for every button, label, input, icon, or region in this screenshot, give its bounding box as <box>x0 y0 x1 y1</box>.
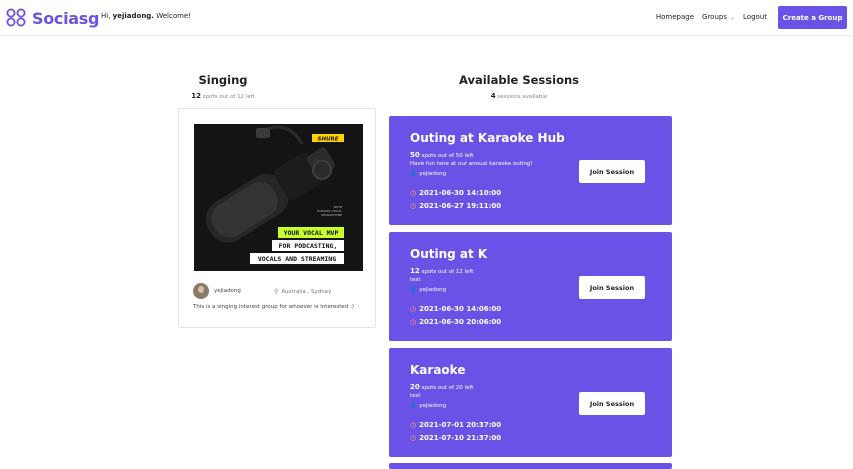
location-pin-icon: ⚲ <box>274 288 279 295</box>
session-spots-count: 50 <box>410 151 420 159</box>
session-card: Outing at K 12 spots out of 12 left test… <box>389 232 672 341</box>
group-description: This is a singing interest group for who… <box>193 304 354 310</box>
session-start-text: 2021-06-30 14:06:00 <box>419 305 502 313</box>
session-end-text: 2021-06-27 19:11:00 <box>419 202 502 210</box>
greeting-prefix: Hi, <box>101 12 111 20</box>
session-spots-count: 12 <box>410 267 420 275</box>
microphone-illustration: SHURE SM7B DYNAMIC VOCAL MICROPHONE YOUR… <box>194 124 363 271</box>
welcome-message: Hi, yejiadong. Welcome! <box>101 12 191 20</box>
nav-groups-label: Groups <box>702 13 727 21</box>
session-description: Have fun here at our annual karaoke outi… <box>410 161 533 167</box>
join-session-button[interactable]: Join Session <box>579 392 645 415</box>
location-text: Australia , Sydney <box>281 289 332 295</box>
user-icon: 👤 <box>410 287 417 293</box>
session-card-partial <box>389 463 672 469</box>
session-end-text: 2021-07-10 21:37:00 <box>419 434 502 442</box>
session-start-text: 2021-06-30 14:10:00 <box>419 189 502 197</box>
nav-homepage[interactable]: Homepage <box>656 13 694 21</box>
clock-icon: ◷ <box>410 434 417 442</box>
image-brand-text: SHURE <box>317 137 338 143</box>
session-user: 👤 yejiadong <box>410 403 446 409</box>
session-title: Karaoke <box>410 363 466 377</box>
group-spots: 12 spots out of 12 left <box>178 92 268 100</box>
session-user-name: yejiadong <box>419 403 447 409</box>
session-spots: 50 spots out of 50 left <box>410 151 473 159</box>
sessions-count-number: 4 <box>490 92 496 100</box>
session-end-time: ◷ 2021-06-30 20:06:00 <box>410 318 501 326</box>
session-title: Outing at Karaoke Hub <box>410 131 565 145</box>
avatar <box>193 283 209 299</box>
session-spots-text: spots out of 20 left <box>421 385 474 391</box>
group-owner: yejiadong <box>193 283 241 299</box>
clock-icon: ◷ <box>410 305 417 313</box>
session-title: Outing at K <box>410 247 488 261</box>
join-session-button[interactable]: Join Session <box>579 276 645 299</box>
nav-groups-dropdown[interactable]: Groups ⌄ <box>702 13 735 21</box>
brand-name: Sociasg <box>32 8 100 28</box>
nav-links: Homepage Groups ⌄ Logout <box>648 13 767 21</box>
group-location: ⚲ Australia , Sydney <box>274 288 331 295</box>
sessions-count: 4 sessions available <box>449 92 589 100</box>
session-user-name: yejiadong <box>419 287 447 293</box>
session-description: test <box>410 393 421 399</box>
greeting-username: yejiadong. <box>112 12 154 20</box>
nav-logout[interactable]: Logout <box>743 13 767 21</box>
owner-name: yejiadong <box>214 288 241 294</box>
image-line-1: YOUR VOCAL MVP <box>284 229 339 237</box>
clock-icon: ◷ <box>410 318 417 326</box>
create-group-button[interactable]: Create a Group <box>778 6 847 29</box>
clock-icon: ◷ <box>410 202 417 210</box>
chevron-down-icon: ⌄ <box>730 14 736 21</box>
session-spots-count: 20 <box>410 383 420 391</box>
session-user: 👤 yejiadong <box>410 287 446 293</box>
user-icon: 👤 <box>410 171 417 177</box>
greeting-suffix: Welcome! <box>156 12 192 20</box>
session-description: test <box>410 277 421 283</box>
session-start-time: ◷ 2021-06-30 14:06:00 <box>410 305 501 313</box>
sessions-title: Available Sessions <box>458 73 579 87</box>
session-start-time: ◷ 2021-07-01 20:37:00 <box>410 421 501 429</box>
group-spots-count: 12 <box>191 92 202 100</box>
session-spots: 12 spots out of 12 left <box>410 267 473 275</box>
clock-icon: ◷ <box>410 189 417 197</box>
session-spots-text: spots out of 12 left <box>421 269 474 275</box>
user-icon: 👤 <box>410 403 417 409</box>
session-spots-text: spots out of 50 left <box>421 153 474 159</box>
clock-icon: ◷ <box>410 421 417 429</box>
group-image: SHURE SM7B DYNAMIC VOCAL MICROPHONE YOUR… <box>194 124 363 271</box>
group-spots-text: spots out of 12 left <box>202 94 255 100</box>
join-session-button[interactable]: Join Session <box>579 160 645 183</box>
image-line-2: FOR PODCASTING, <box>279 242 338 250</box>
session-card: Outing at Karaoke Hub 50 spots out of 50… <box>389 116 672 225</box>
image-line-3: VOCALS AND STREAMING <box>258 255 336 263</box>
session-user: 👤 yejiadong <box>410 171 446 177</box>
logo-circles-icon <box>6 8 26 27</box>
session-start-text: 2021-07-01 20:37:00 <box>419 421 502 429</box>
session-end-time: ◷ 2021-06-27 19:11:00 <box>410 202 501 210</box>
group-title: Singing <box>198 73 248 87</box>
session-end-time: ◷ 2021-07-10 21:37:00 <box>410 434 501 442</box>
group-card: SHURE SM7B DYNAMIC VOCAL MICROPHONE YOUR… <box>178 108 376 328</box>
svg-text:MICROPHONE: MICROPHONE <box>321 213 342 217</box>
session-card: Karaoke 20 spots out of 20 left test 👤 ye… <box>389 348 672 457</box>
sessions-count-text: sessions available <box>497 94 548 100</box>
session-end-text: 2021-06-30 20:06:00 <box>419 318 502 326</box>
session-user-name: yejiadong <box>419 171 447 177</box>
top-navbar: Sociasg Hi, yejiadong. Welcome! Homepage… <box>0 0 853 36</box>
brand-logo[interactable]: Sociasg <box>6 8 99 28</box>
session-start-time: ◷ 2021-06-30 14:10:00 <box>410 189 501 197</box>
session-spots: 20 spots out of 20 left <box>410 383 473 391</box>
